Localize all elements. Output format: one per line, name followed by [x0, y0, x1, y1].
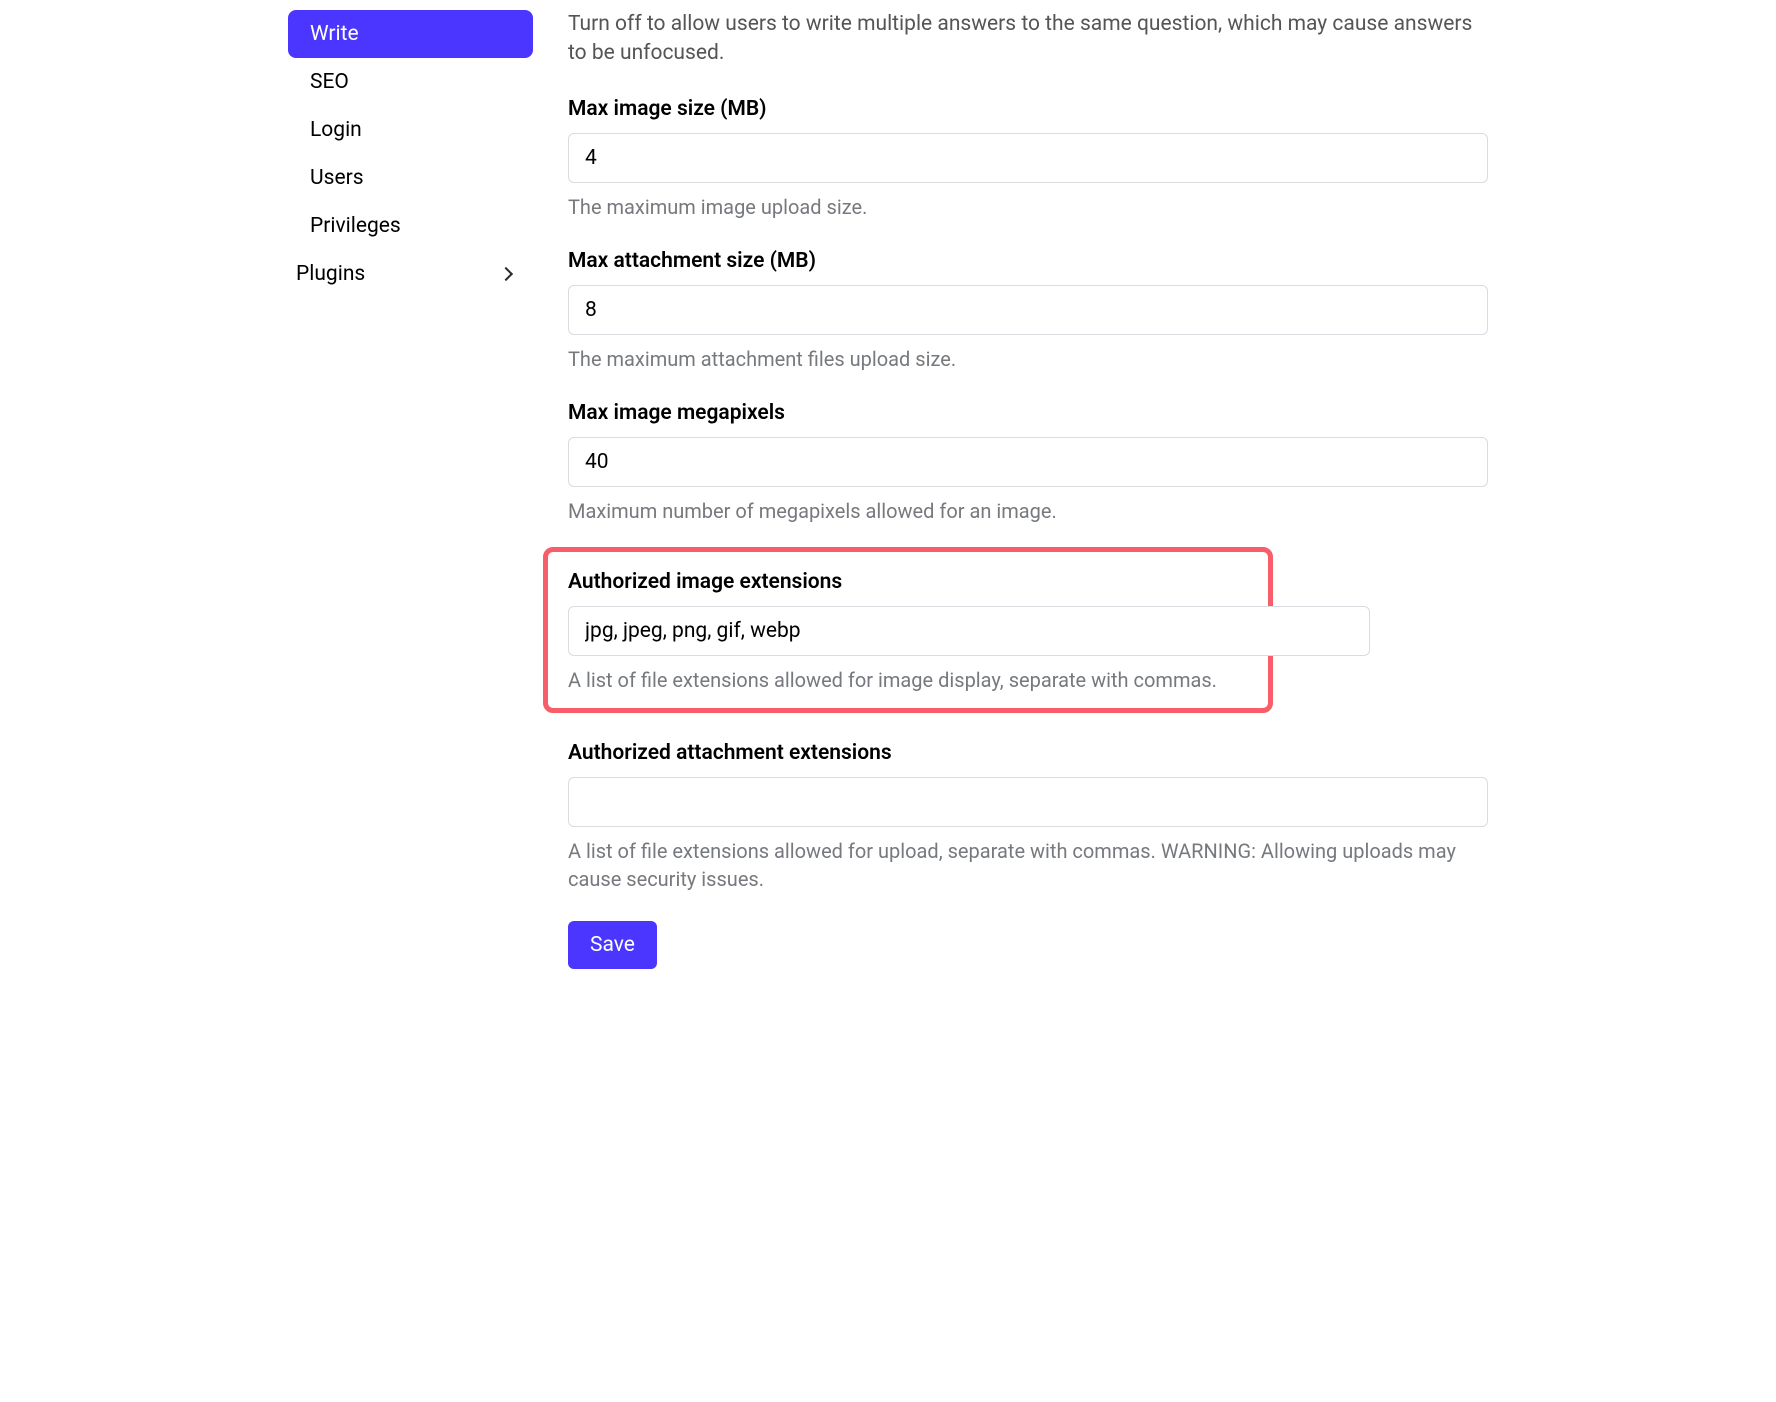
field-authorized-image-extensions: Authorized image extensions A list of fi…: [568, 570, 1248, 694]
max-image-size-input[interactable]: [568, 133, 1488, 183]
field-max-image-size: Max image size (MB) The maximum image up…: [568, 97, 1488, 221]
max-image-megapixels-input[interactable]: [568, 437, 1488, 487]
main-content: Turn off to allow users to write multipl…: [548, 10, 1488, 969]
sidebar-item-seo[interactable]: SEO: [288, 58, 533, 106]
sidebar-item-label: Login: [310, 118, 362, 142]
top-description: Turn off to allow users to write multipl…: [568, 10, 1488, 69]
field-label: Authorized attachment extensions: [568, 741, 1488, 765]
field-authorized-attachment-extensions: Authorized attachment extensions A list …: [568, 741, 1488, 893]
field-help: The maximum attachment files upload size…: [568, 345, 1488, 373]
sidebar-item-login[interactable]: Login: [288, 106, 533, 154]
max-attachment-size-input[interactable]: [568, 285, 1488, 335]
sidebar-item-users[interactable]: Users: [288, 154, 533, 202]
field-help: A list of file extensions allowed for up…: [568, 837, 1488, 893]
save-button[interactable]: Save: [568, 921, 657, 969]
sidebar-item-label: Plugins: [296, 262, 365, 286]
highlighted-section: Authorized image extensions A list of fi…: [543, 547, 1273, 713]
sidebar-item-label: Privileges: [310, 214, 401, 238]
sidebar-item-label: Write: [310, 22, 359, 46]
sidebar-item-privileges[interactable]: Privileges: [288, 202, 533, 250]
sidebar-item-label: SEO: [310, 70, 349, 94]
field-help: A list of file extensions allowed for im…: [568, 666, 1248, 694]
field-label: Max image megapixels: [568, 401, 1488, 425]
field-max-attachment-size: Max attachment size (MB) The maximum att…: [568, 249, 1488, 373]
chevron-right-icon: [499, 267, 513, 281]
field-label: Authorized image extensions: [568, 570, 1248, 594]
authorized-attachment-extensions-input[interactable]: [568, 777, 1488, 827]
field-max-image-megapixels: Max image megapixels Maximum number of m…: [568, 401, 1488, 525]
field-help: The maximum image upload size.: [568, 193, 1488, 221]
field-label: Max attachment size (MB): [568, 249, 1488, 273]
sidebar-item-label: Users: [310, 166, 364, 190]
field-label: Max image size (MB): [568, 97, 1488, 121]
sidebar-item-plugins[interactable]: Plugins: [288, 250, 533, 298]
authorized-image-extensions-input[interactable]: [568, 606, 1370, 656]
sidebar-item-write[interactable]: Write: [288, 10, 533, 58]
field-help: Maximum number of megapixels allowed for…: [568, 497, 1488, 525]
sidebar: Write SEO Login Users Privileges Plugins: [288, 10, 548, 969]
